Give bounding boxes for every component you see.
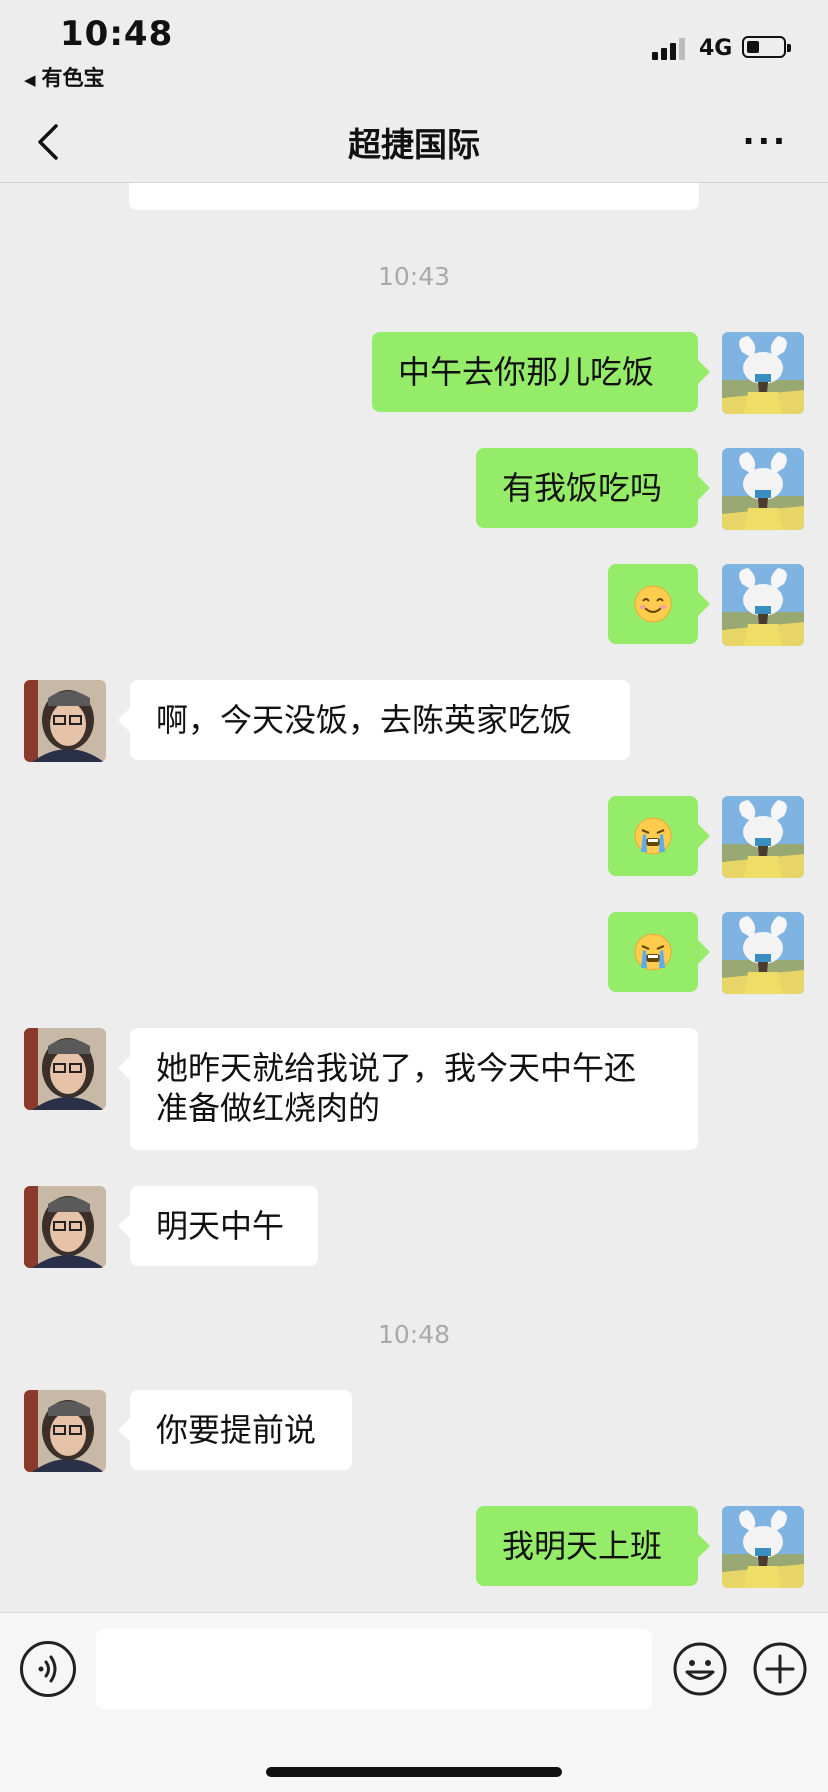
message-line: 准备做红烧肉的 — [156, 1089, 381, 1127]
voice-icon[interactable] — [20, 1641, 76, 1697]
contact-avatar[interactable] — [24, 1186, 106, 1268]
message-bubble-outgoing[interactable]: 我明天上班 — [476, 1506, 710, 1586]
my-avatar[interactable] — [722, 1506, 804, 1588]
status-time: 10:48 — [60, 14, 174, 54]
message-input-bar — [0, 1612, 828, 1792]
timestamp: 10:43 — [377, 262, 451, 291]
more-dots-icon[interactable]: ··· — [743, 125, 788, 157]
message-bubble-outgoing[interactable]: 中午去你那儿吃饭 — [372, 332, 710, 412]
chat-title: 超捷国际 — [348, 125, 480, 164]
my-avatar[interactable] — [722, 332, 804, 414]
contact-avatar[interactable] — [24, 1390, 106, 1472]
message-bubble-incoming[interactable]: 明天中午 — [118, 1186, 318, 1266]
message-bubble-incoming[interactable]: 你要提前说 — [118, 1390, 352, 1470]
chat-header: 超捷国际 ··· — [0, 100, 828, 183]
back-triangle-icon: ◀ — [24, 71, 36, 89]
message-line: 她昨天就给我说了，我今天中午还 — [156, 1049, 637, 1087]
signal-strength-icon — [652, 38, 688, 60]
status-bar: 10:48 ◀ 有色宝 4G — [0, 0, 828, 100]
message-bubble-outgoing[interactable]: 有我饭吃吗 — [476, 448, 710, 528]
crying-emoji-icon — [634, 817, 672, 855]
back-app-label: 有色宝 — [41, 66, 105, 90]
timestamp: 10:48 — [377, 1320, 451, 1349]
battery-icon — [742, 36, 791, 58]
my-avatar[interactable] — [722, 564, 804, 646]
smile-emoji-icon — [634, 585, 672, 623]
plus-icon[interactable] — [752, 1641, 808, 1697]
network-type: 4G — [699, 36, 733, 61]
message-bubble-outgoing[interactable] — [608, 796, 710, 876]
home-indicator[interactable] — [266, 1767, 562, 1777]
message-bubble-outgoing[interactable] — [608, 912, 710, 992]
crying-emoji-icon — [634, 933, 672, 971]
my-avatar[interactable] — [722, 448, 804, 530]
message-input[interactable] — [96, 1629, 652, 1709]
message-bubble-incoming[interactable]: 啊，今天没饭，去陈英家吃饭 — [118, 680, 630, 760]
emoji-face-icon[interactable] — [672, 1641, 728, 1697]
message-bubble-partial — [129, 183, 699, 210]
my-avatar[interactable] — [722, 796, 804, 878]
contact-avatar[interactable] — [24, 1028, 106, 1110]
my-avatar[interactable] — [722, 912, 804, 994]
back-to-app-link[interactable]: ◀ 有色宝 — [24, 62, 105, 92]
message-bubble-incoming[interactable]: 她昨天就给我说了，我今天中午还 准备做红烧肉的 — [118, 1028, 698, 1150]
message-bubble-outgoing[interactable] — [608, 564, 710, 644]
contact-avatar[interactable] — [24, 680, 106, 762]
